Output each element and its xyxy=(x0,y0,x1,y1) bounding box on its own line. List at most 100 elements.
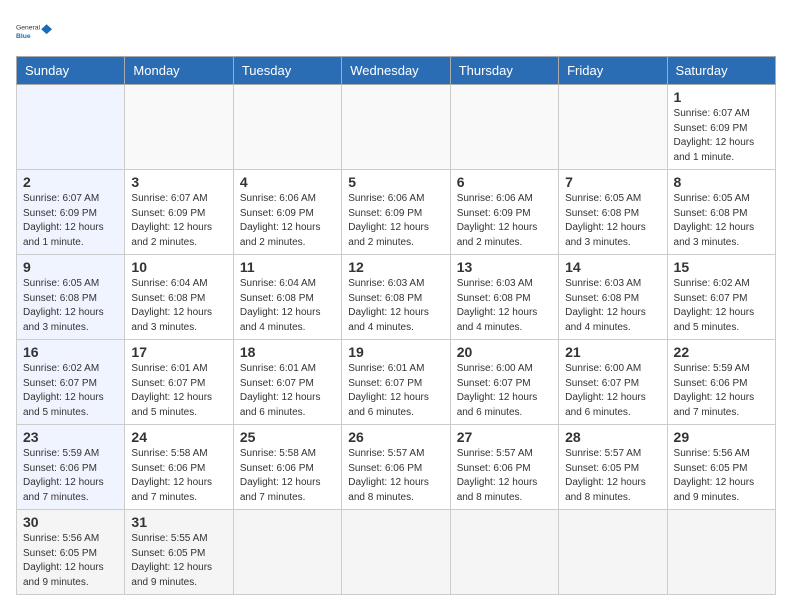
day-info: Sunrise: 5:58 AMSunset: 6:06 PMDaylight:… xyxy=(240,447,335,505)
day-info: Sunrise: 6:00 AMSunset: 6:07 PMDaylight:… xyxy=(565,362,660,420)
day-number: 1 xyxy=(674,89,769,105)
calendar-cell: 30Sunrise: 5:56 AMSunset: 6:05 PMDayligh… xyxy=(17,510,125,595)
day-info: Sunrise: 5:56 AMSunset: 6:05 PMDaylight:… xyxy=(23,532,118,590)
svg-text:General: General xyxy=(16,25,41,32)
page-header: General Blue xyxy=(16,16,776,46)
day-info: Sunrise: 6:03 AMSunset: 6:08 PMDaylight:… xyxy=(457,277,552,335)
calendar-cell: 29Sunrise: 5:56 AMSunset: 6:05 PMDayligh… xyxy=(667,425,775,510)
day-info: Sunrise: 6:07 AMSunset: 6:09 PMDaylight:… xyxy=(131,192,226,250)
day-number: 21 xyxy=(565,344,660,360)
day-number: 14 xyxy=(565,259,660,275)
calendar-cell: 16 Sunrise: 6:02 AMSunset: 6:07 PMDayligh… xyxy=(17,340,125,425)
day-number: 5 xyxy=(348,174,443,190)
calendar-cell: 5 Sunrise: 6:06 AMSunset: 6:09 PMDaylight… xyxy=(342,170,450,255)
calendar-cell xyxy=(125,85,233,170)
calendar-cell: 27 Sunrise: 5:57 AMSunset: 6:06 PMDayligh… xyxy=(450,425,558,510)
calendar-cell: 14 Sunrise: 6:03 AMSunset: 6:08 PMDayligh… xyxy=(559,255,667,340)
day-info: Sunrise: 5:56 AMSunset: 6:05 PMDaylight:… xyxy=(674,447,769,505)
day-number: 27 xyxy=(457,429,552,445)
day-number: 13 xyxy=(457,259,552,275)
calendar-cell: 9Sunrise: 6:05 AMSunset: 6:08 PMDaylight… xyxy=(17,255,125,340)
day-info: Sunrise: 6:07 AMSunset: 6:09 PMDaylight:… xyxy=(23,192,118,250)
day-number: 3 xyxy=(131,174,226,190)
day-info: Sunrise: 6:02 AMSunset: 6:07 PMDaylight:… xyxy=(674,277,769,335)
day-info: Sunrise: 6:02 AMSunset: 6:07 PMDaylight:… xyxy=(23,362,118,420)
calendar-cell: 15 Sunrise: 6:02 AMSunset: 6:07 PMDayligh… xyxy=(667,255,775,340)
calendar-week-2: 9Sunrise: 6:05 AMSunset: 6:08 PMDaylight… xyxy=(17,255,776,340)
day-info: Sunrise: 6:06 AMSunset: 6:09 PMDaylight:… xyxy=(240,192,335,250)
calendar-cell xyxy=(233,85,341,170)
day-info: Sunrise: 6:01 AMSunset: 6:07 PMDaylight:… xyxy=(240,362,335,420)
day-number: 22 xyxy=(674,344,769,360)
day-info: Sunrise: 6:06 AMSunset: 6:09 PMDaylight:… xyxy=(348,192,443,250)
day-number: 4 xyxy=(240,174,335,190)
calendar-cell: 25 Sunrise: 5:58 AMSunset: 6:06 PMDayligh… xyxy=(233,425,341,510)
calendar-cell: 6 Sunrise: 6:06 AMSunset: 6:09 PMDaylight… xyxy=(450,170,558,255)
day-number: 2 xyxy=(23,174,118,190)
calendar-cell: 31Sunrise: 5:55 AMSunset: 6:05 PMDayligh… xyxy=(125,510,233,595)
calendar-week-3: 16 Sunrise: 6:02 AMSunset: 6:07 PMDayligh… xyxy=(17,340,776,425)
day-info: Sunrise: 5:57 AMSunset: 6:06 PMDaylight:… xyxy=(457,447,552,505)
calendar-cell: 24Sunrise: 5:58 AMSunset: 6:06 PMDayligh… xyxy=(125,425,233,510)
calendar-cell: 10Sunrise: 6:04 AMSunset: 6:08 PMDayligh… xyxy=(125,255,233,340)
day-number: 7 xyxy=(565,174,660,190)
day-info: Sunrise: 6:07 AMSunset: 6:09 PMDaylight:… xyxy=(674,107,769,165)
day-info: Sunrise: 5:59 AMSunset: 6:06 PMDaylight:… xyxy=(23,447,118,505)
calendar-week-0: 1 Sunrise: 6:07 AMSunset: 6:09 PMDaylight… xyxy=(17,85,776,170)
calendar-cell: 7 Sunrise: 6:05 AMSunset: 6:08 PMDaylight… xyxy=(559,170,667,255)
svg-text:Blue: Blue xyxy=(16,33,31,40)
calendar-cell xyxy=(17,85,125,170)
day-number: 16 xyxy=(23,344,118,360)
day-info: Sunrise: 6:03 AMSunset: 6:08 PMDaylight:… xyxy=(565,277,660,335)
calendar-cell: 13 Sunrise: 6:03 AMSunset: 6:08 PMDayligh… xyxy=(450,255,558,340)
calendar-cell: 11Sunrise: 6:04 AMSunset: 6:08 PMDayligh… xyxy=(233,255,341,340)
day-info: Sunrise: 6:03 AMSunset: 6:08 PMDaylight:… xyxy=(348,277,443,335)
weekday-header-saturday: Saturday xyxy=(667,57,775,85)
day-info: Sunrise: 6:05 AMSunset: 6:08 PMDaylight:… xyxy=(674,192,769,250)
calendar-cell xyxy=(450,510,558,595)
calendar-cell: 1 Sunrise: 6:07 AMSunset: 6:09 PMDaylight… xyxy=(667,85,775,170)
calendar-week-4: 23 Sunrise: 5:59 AMSunset: 6:06 PMDayligh… xyxy=(17,425,776,510)
day-number: 9 xyxy=(23,259,118,275)
calendar-cell xyxy=(450,85,558,170)
day-info: Sunrise: 5:55 AMSunset: 6:05 PMDaylight:… xyxy=(131,532,226,590)
day-number: 19 xyxy=(348,344,443,360)
calendar-cell: 18Sunrise: 6:01 AMSunset: 6:07 PMDayligh… xyxy=(233,340,341,425)
day-number: 25 xyxy=(240,429,335,445)
calendar-cell xyxy=(342,510,450,595)
day-info: Sunrise: 6:04 AMSunset: 6:08 PMDaylight:… xyxy=(240,277,335,335)
day-number: 28 xyxy=(565,429,660,445)
calendar-cell xyxy=(559,85,667,170)
day-info: Sunrise: 6:06 AMSunset: 6:09 PMDaylight:… xyxy=(457,192,552,250)
calendar-cell: 26Sunrise: 5:57 AMSunset: 6:06 PMDayligh… xyxy=(342,425,450,510)
logo: General Blue xyxy=(16,16,52,46)
day-info: Sunrise: 6:05 AMSunset: 6:08 PMDaylight:… xyxy=(565,192,660,250)
day-info: Sunrise: 5:57 AMSunset: 6:06 PMDaylight:… xyxy=(348,447,443,505)
calendar-cell: 20 Sunrise: 6:00 AMSunset: 6:07 PMDayligh… xyxy=(450,340,558,425)
day-info: Sunrise: 6:01 AMSunset: 6:07 PMDaylight:… xyxy=(348,362,443,420)
day-number: 17 xyxy=(131,344,226,360)
calendar-cell: 2 Sunrise: 6:07 AMSunset: 6:09 PMDaylight… xyxy=(17,170,125,255)
day-number: 23 xyxy=(23,429,118,445)
calendar-cell: 22 Sunrise: 5:59 AMSunset: 6:06 PMDayligh… xyxy=(667,340,775,425)
calendar-cell: 8Sunrise: 6:05 AMSunset: 6:08 PMDaylight… xyxy=(667,170,775,255)
logo-icon: General Blue xyxy=(16,16,52,46)
weekday-header-row: SundayMondayTuesdayWednesdayThursdayFrid… xyxy=(17,57,776,85)
day-number: 6 xyxy=(457,174,552,190)
day-number: 24 xyxy=(131,429,226,445)
day-number: 20 xyxy=(457,344,552,360)
calendar-cell xyxy=(667,510,775,595)
day-info: Sunrise: 5:59 AMSunset: 6:06 PMDaylight:… xyxy=(674,362,769,420)
day-info: Sunrise: 6:01 AMSunset: 6:07 PMDaylight:… xyxy=(131,362,226,420)
day-info: Sunrise: 5:57 AMSunset: 6:05 PMDaylight:… xyxy=(565,447,660,505)
day-number: 12 xyxy=(348,259,443,275)
day-info: Sunrise: 6:00 AMSunset: 6:07 PMDaylight:… xyxy=(457,362,552,420)
calendar-cell: 19 Sunrise: 6:01 AMSunset: 6:07 PMDayligh… xyxy=(342,340,450,425)
calendar-week-1: 2 Sunrise: 6:07 AMSunset: 6:09 PMDaylight… xyxy=(17,170,776,255)
calendar-cell: 4 Sunrise: 6:06 AMSunset: 6:09 PMDaylight… xyxy=(233,170,341,255)
weekday-header-thursday: Thursday xyxy=(450,57,558,85)
weekday-header-tuesday: Tuesday xyxy=(233,57,341,85)
day-number: 10 xyxy=(131,259,226,275)
calendar-cell: 3 Sunrise: 6:07 AMSunset: 6:09 PMDaylight… xyxy=(125,170,233,255)
day-number: 15 xyxy=(674,259,769,275)
